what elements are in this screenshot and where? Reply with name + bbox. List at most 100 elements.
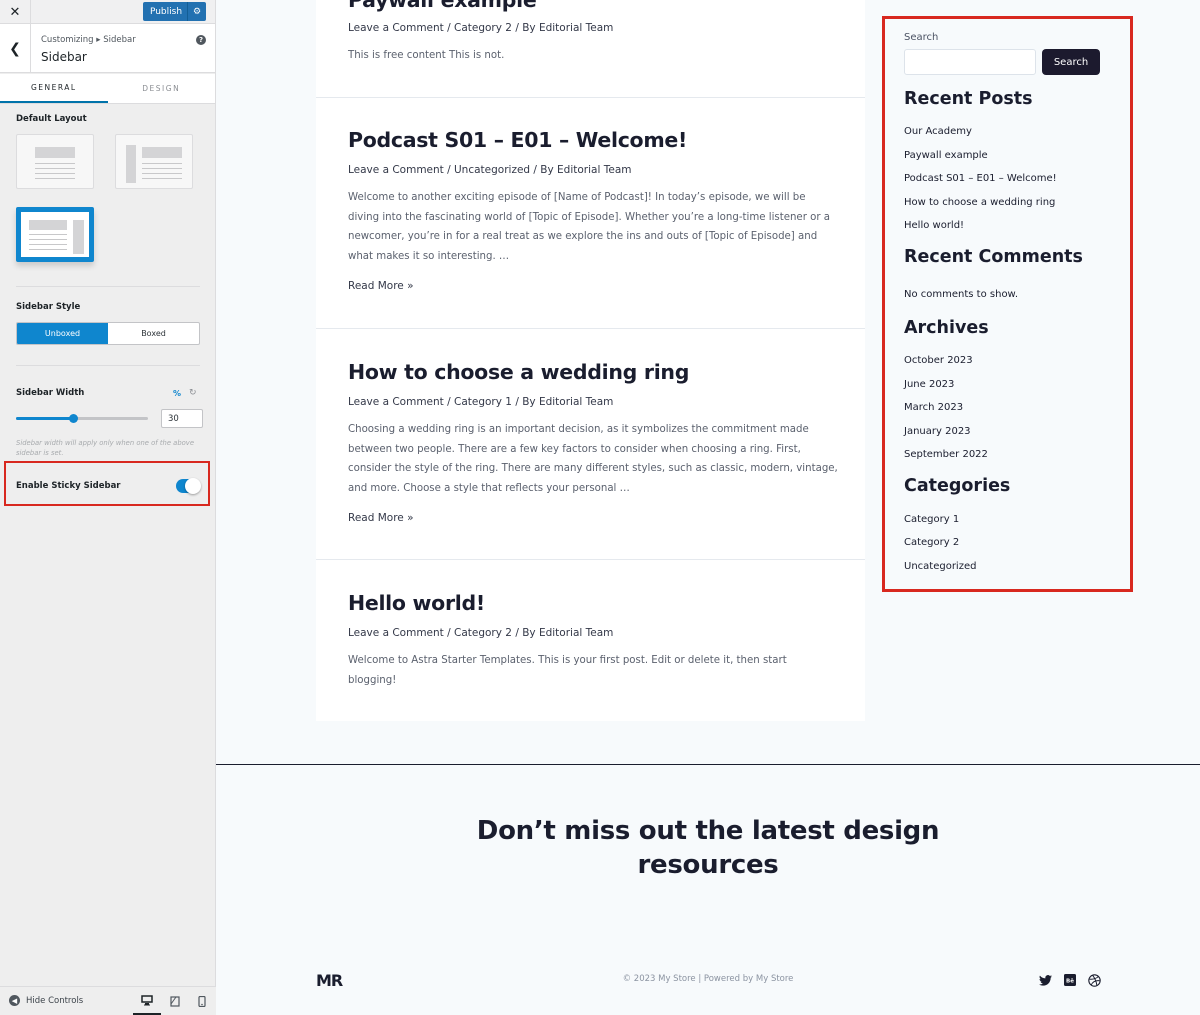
sidebar-style-label: Sidebar Style [16, 302, 81, 312]
layout-thumb-block [29, 220, 67, 230]
post-title[interactable]: How to choose a wedding ring [348, 360, 689, 384]
behance-icon[interactable]: Bē [1063, 973, 1077, 987]
publish-button[interactable]: Publish ⚙ [143, 2, 206, 21]
layout-thumb-line [35, 168, 75, 169]
default-layout-label: Default Layout [16, 114, 87, 124]
layout-right-sidebar-option[interactable] [16, 207, 94, 262]
help-icon[interactable]: ? [196, 35, 206, 45]
desktop-icon[interactable] [133, 987, 161, 1015]
layout-left-sidebar-option[interactable] [115, 134, 193, 189]
search-label: Search [904, 32, 939, 43]
archive-link[interactable]: March 2023 [904, 402, 963, 413]
sidebar-width-slider[interactable] [16, 414, 148, 423]
svg-text:Bē: Bē [1066, 978, 1074, 984]
sidebar-width-unit[interactable]: % [173, 389, 181, 398]
post-card: Hello world! Leave a Comment / Category … [316, 560, 865, 721]
layout-thumb-line [35, 173, 75, 174]
publish-label[interactable]: Publish [143, 7, 187, 17]
category-link[interactable]: Category 2 [904, 537, 959, 548]
customizer-topbar: ✕ Publish ⚙ [0, 0, 215, 24]
slider-handle[interactable] [68, 414, 78, 423]
archives-heading: Archives [904, 318, 989, 338]
post-meta: Leave a Comment / Category 2 / By Editor… [348, 22, 614, 34]
post-meta: Leave a Comment / Uncategorized / By Edi… [348, 164, 632, 176]
category-link[interactable]: Uncategorized [904, 561, 976, 572]
sidebar-width-note: Sidebar width will apply only when one o… [16, 439, 195, 457]
layout-no-sidebar-option[interactable] [16, 134, 94, 189]
customizer-footer: ◀ Hide Controls [0, 986, 216, 1015]
search-button[interactable]: Search [1042, 49, 1100, 75]
recent-post-link[interactable]: Podcast S01 – E01 – Welcome! [904, 173, 1057, 184]
sidebar-width-label: Sidebar Width [16, 388, 85, 398]
newsletter-heading-line: Don’t miss out the latest design [476, 816, 940, 846]
layout-thumb-block [142, 147, 182, 158]
post-excerpt: Welcome to another exciting episode of [… [348, 192, 831, 262]
post-meta: Leave a Comment / Category 2 / By Editor… [348, 627, 614, 639]
search-input[interactable] [904, 49, 1036, 75]
layout-thumb-line [142, 173, 182, 174]
newsletter-heading-line: resources [637, 850, 779, 880]
divider [16, 365, 200, 366]
post-card: Podcast S01 – E01 – Welcome! Leave a Com… [316, 98, 865, 328]
newsletter-heading: Don’t miss out the latest design resourc… [216, 814, 1200, 882]
copyright-text: © 2023 My Store | Powered by My Store [622, 974, 794, 984]
gear-icon[interactable]: ⚙ [187, 2, 206, 21]
read-more-link[interactable]: Read More » [348, 280, 414, 292]
close-icon[interactable]: ✕ [0, 0, 31, 24]
layout-thumb-line [35, 163, 75, 164]
toggle-knob [185, 478, 201, 494]
archive-link[interactable]: October 2023 [904, 355, 973, 366]
recent-posts-heading: Recent Posts [904, 89, 1033, 109]
mobile-icon[interactable] [188, 987, 216, 1015]
recent-post-link[interactable]: How to choose a wedding ring [904, 197, 1055, 208]
recent-post-link[interactable]: Hello world! [904, 220, 964, 231]
post-title[interactable]: Podcast S01 – E01 – Welcome! [348, 128, 687, 152]
layout-thumb-line [29, 234, 67, 235]
customizer-panel: ✕ Publish ⚙ ❮ Customizing ▸ Sidebar Side… [0, 0, 216, 1015]
divider [16, 286, 200, 287]
archive-link[interactable]: January 2023 [904, 426, 971, 437]
tab-general[interactable]: GENERAL [0, 74, 108, 103]
layout-thumb-line [29, 249, 67, 250]
sidebar-width-input[interactable] [161, 409, 203, 428]
sticky-sidebar-label: Enable Sticky Sidebar [16, 481, 121, 491]
tab-design[interactable]: DESIGN [108, 74, 216, 103]
archive-link[interactable]: September 2022 [904, 449, 988, 460]
post-meta: Leave a Comment / Category 1 / By Editor… [348, 396, 614, 408]
layout-thumb-line [142, 163, 182, 164]
layout-thumb-sidebar [126, 145, 136, 183]
sticky-sidebar-toggle[interactable] [176, 478, 201, 494]
tablet-icon[interactable] [161, 987, 189, 1015]
post-title[interactable]: Paywall example [348, 0, 537, 12]
layout-thumb-line [35, 178, 75, 179]
layout-thumb-sidebar [73, 220, 84, 254]
recent-post-link[interactable]: Our Academy [904, 126, 972, 137]
back-arrow-icon[interactable]: ❮ [0, 24, 31, 73]
post-card: Paywall example Leave a Comment / Catego… [316, 0, 865, 97]
slider-fill [16, 417, 73, 420]
twitter-icon[interactable] [1038, 973, 1052, 987]
breadcrumb: Customizing ▸ Sidebar [41, 35, 136, 45]
read-more-link[interactable]: Read More » [348, 512, 414, 524]
panel-header: ❮ Customizing ▸ Sidebar Sidebar ? [0, 24, 215, 73]
hide-controls-button[interactable]: ◀ Hide Controls [9, 995, 83, 1006]
footer-divider [216, 764, 1200, 765]
recent-post-link[interactable]: Paywall example [904, 150, 988, 161]
layout-thumb-line [29, 244, 67, 245]
sidebar-style-unboxed[interactable]: Unboxed [17, 323, 108, 344]
collapse-icon: ◀ [9, 995, 20, 1006]
layout-thumb-line [29, 239, 67, 240]
dribbble-icon[interactable] [1087, 973, 1101, 987]
recent-comments-heading: Recent Comments [904, 247, 1083, 267]
hide-controls-label: Hide Controls [26, 995, 84, 1006]
category-link[interactable]: Category 1 [904, 514, 959, 525]
sidebar-style-boxed[interactable]: Boxed [108, 323, 199, 344]
reset-icon[interactable]: ↻ [189, 388, 197, 398]
layout-thumb-inner [21, 212, 89, 257]
archive-link[interactable]: June 2023 [904, 379, 954, 390]
post-title[interactable]: Hello world! [348, 591, 485, 615]
layout-thumb-block [35, 147, 75, 158]
post-excerpt: Choosing a wedding ring is an important … [348, 424, 838, 494]
layout-thumb-line [142, 168, 182, 169]
recent-comments-text: No comments to show. [904, 289, 1018, 300]
